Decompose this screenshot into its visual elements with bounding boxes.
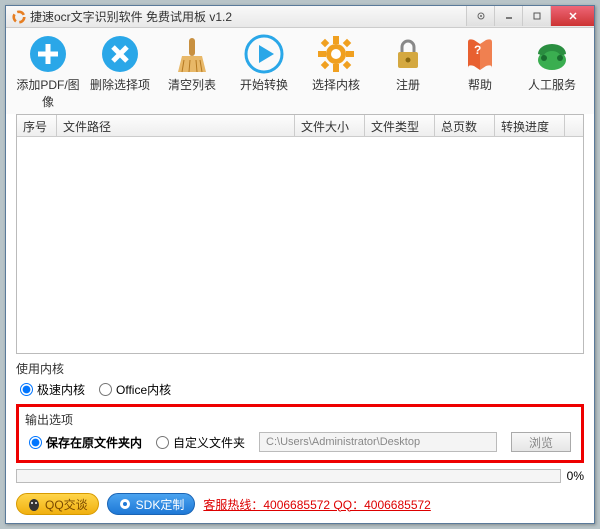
engine-fast-radio[interactable]: 极速内核 bbox=[20, 381, 85, 398]
engine-office-radio[interactable]: Office内核 bbox=[99, 381, 171, 398]
lock-icon bbox=[388, 34, 428, 74]
tb-label: 选择内核 bbox=[312, 76, 360, 93]
engine-label: 使用内核 bbox=[16, 360, 584, 377]
radio-input[interactable] bbox=[20, 383, 33, 396]
minimize-button[interactable] bbox=[494, 6, 522, 26]
output-section-highlighted: 输出选项 保存在原文件夹内 自定义文件夹 浏览 bbox=[16, 404, 584, 463]
qq-chat-button[interactable]: QQ交谈 bbox=[16, 493, 99, 515]
close-button[interactable] bbox=[550, 6, 594, 26]
svg-text:?: ? bbox=[474, 43, 481, 57]
add-file-button[interactable]: 添加PDF/图像 bbox=[16, 34, 80, 110]
radio-input[interactable] bbox=[29, 436, 42, 449]
col-progress[interactable]: 转换进度 bbox=[495, 115, 565, 136]
radio-input[interactable] bbox=[99, 383, 112, 396]
tb-label: 开始转换 bbox=[240, 76, 288, 93]
delete-item-button[interactable]: 删除选择项 bbox=[88, 34, 152, 110]
bottom-bar: QQ交谈 SDK定制 客服热线：4006685572 QQ：4006685572 bbox=[6, 487, 594, 523]
tb-label: 删除选择项 bbox=[90, 76, 150, 93]
clear-list-button[interactable]: 清空列表 bbox=[160, 34, 224, 110]
table-header: 序号 文件路径 文件大小 文件类型 总页数 转换进度 bbox=[17, 115, 583, 137]
tb-label: 人工服务 bbox=[528, 76, 576, 93]
phone-icon bbox=[532, 34, 572, 74]
col-pages[interactable]: 总页数 bbox=[435, 115, 495, 136]
tb-label: 添加PDF/图像 bbox=[16, 76, 80, 110]
content-area: 序号 文件路径 文件大小 文件类型 总页数 转换进度 使用内核 极速内核 Off… bbox=[6, 114, 594, 487]
app-icon bbox=[12, 10, 26, 24]
radio-input[interactable] bbox=[156, 436, 169, 449]
progress-row: 0% bbox=[16, 469, 584, 483]
toolbar: 添加PDF/图像 删除选择项 清空列表 开始转换 选择内核 注册 ? 帮助 人工 bbox=[6, 28, 594, 114]
col-scroll bbox=[565, 115, 583, 136]
engine-options: 极速内核 Office内核 bbox=[16, 379, 584, 400]
titlebar: 捷速ocr文字识别软件 免费试用板 v1.2 bbox=[6, 6, 594, 28]
window-controls bbox=[466, 6, 594, 27]
output-options: 保存在原文件夹内 自定义文件夹 浏览 bbox=[25, 430, 575, 454]
tb-label: 帮助 bbox=[468, 76, 492, 93]
title-text: 捷速ocr文字识别软件 免费试用板 v1.2 bbox=[30, 8, 466, 25]
start-convert-button[interactable]: 开始转换 bbox=[232, 34, 296, 110]
engine-section: 使用内核 极速内核 Office内核 bbox=[16, 360, 584, 400]
x-icon bbox=[100, 34, 140, 74]
col-path[interactable]: 文件路径 bbox=[57, 115, 295, 136]
register-button[interactable]: 注册 bbox=[376, 34, 440, 110]
hotline-text[interactable]: 客服热线：4006685572 QQ：4006685572 bbox=[203, 496, 430, 513]
col-type[interactable]: 文件类型 bbox=[365, 115, 435, 136]
tb-label: 清空列表 bbox=[168, 76, 216, 93]
file-table: 序号 文件路径 文件大小 文件类型 总页数 转换进度 bbox=[16, 114, 584, 354]
book-icon: ? bbox=[460, 34, 500, 74]
help-button[interactable]: ? 帮助 bbox=[448, 34, 512, 110]
plus-icon bbox=[28, 34, 68, 74]
support-button[interactable]: 人工服务 bbox=[520, 34, 584, 110]
progress-bar bbox=[16, 469, 561, 483]
sdk-button[interactable]: SDK定制 bbox=[107, 493, 196, 515]
output-label: 输出选项 bbox=[25, 411, 575, 428]
browse-button[interactable]: 浏览 bbox=[511, 432, 571, 452]
gear-icon bbox=[316, 34, 356, 74]
settings-button[interactable] bbox=[466, 6, 494, 26]
output-custom-folder-radio[interactable]: 自定义文件夹 bbox=[156, 434, 245, 451]
output-path-input[interactable] bbox=[259, 432, 497, 452]
select-engine-button[interactable]: 选择内核 bbox=[304, 34, 368, 110]
app-window: 捷速ocr文字识别软件 免费试用板 v1.2 添加PDF/图像 删除选择项 清空… bbox=[5, 5, 595, 524]
maximize-button[interactable] bbox=[522, 6, 550, 26]
progress-percent: 0% bbox=[567, 469, 584, 483]
output-same-folder-radio[interactable]: 保存在原文件夹内 bbox=[29, 434, 142, 451]
tb-label: 注册 bbox=[396, 76, 420, 93]
col-index[interactable]: 序号 bbox=[17, 115, 57, 136]
col-size[interactable]: 文件大小 bbox=[295, 115, 365, 136]
broom-icon bbox=[172, 34, 212, 74]
play-icon bbox=[244, 34, 284, 74]
